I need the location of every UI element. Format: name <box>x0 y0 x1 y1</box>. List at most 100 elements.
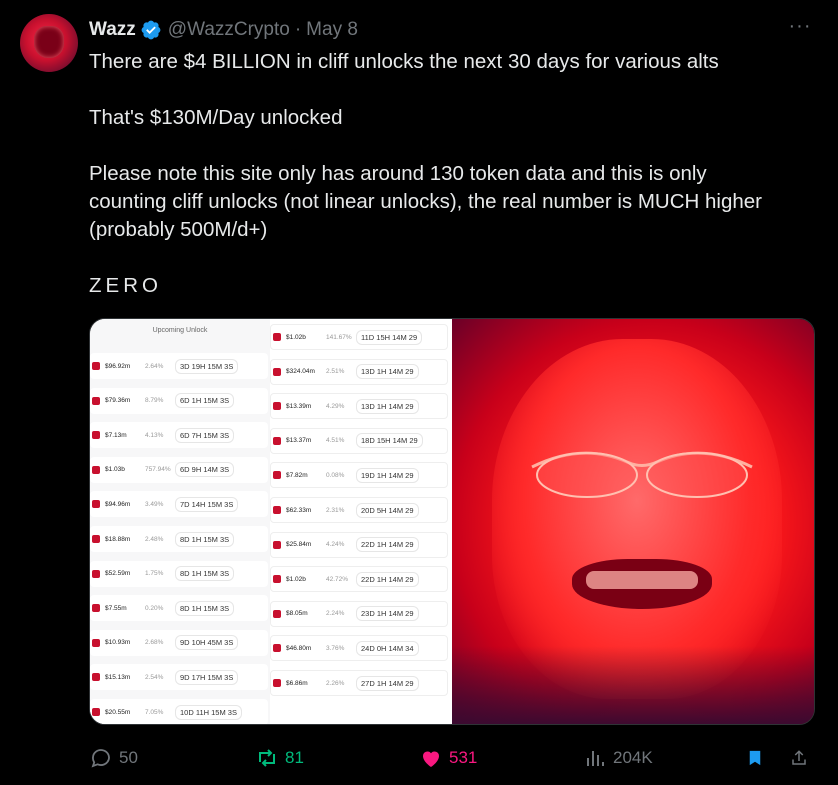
unlock-row: $7.82m 0.08% 19D 1H 14M 29 <box>270 462 448 489</box>
unlock-amount: $15.13m <box>105 673 131 681</box>
unlock-row: $13.37m 4.51% 18D 15H 14M 29 <box>270 427 448 454</box>
heart-icon <box>423 751 439 767</box>
author-name[interactable]: Wazz <box>89 19 136 41</box>
token-icon <box>273 436 281 445</box>
views-count: 204K <box>613 748 653 767</box>
token-icon <box>273 402 281 411</box>
tweet-paragraph: Please note this site only has around 13… <box>89 162 763 241</box>
unlock-row: $46.80m 3.76% 24D 0H 14M 34 <box>270 635 448 662</box>
unlock-percent: 4.29% <box>326 402 345 410</box>
token-icon <box>273 333 281 341</box>
unlock-countdown: 20D 5H 14M 29 <box>356 502 419 518</box>
verified-badge-icon <box>141 20 161 40</box>
unlock-amount: $13.37m <box>286 437 312 445</box>
like-button[interactable]: 531 <box>419 745 477 771</box>
token-icon <box>273 609 281 618</box>
unlock-row: $6.86m 2.26% 27D 1H 14M 29 <box>270 670 448 696</box>
unlock-amount: $1.02b <box>286 333 306 341</box>
unlock-amount: $25.84m <box>286 541 312 549</box>
unlock-percent: 4.24% <box>326 541 345 549</box>
face <box>492 339 782 699</box>
unlock-percent: 2.24% <box>326 610 345 618</box>
unlock-percent: 4.51% <box>326 437 345 445</box>
author-avatar[interactable] <box>20 14 78 72</box>
unlock-percent: 7.05% <box>145 708 164 716</box>
unlock-row: $1.02b 42.72% 22D 1H 14M 29 <box>270 566 448 593</box>
views-button[interactable]: 204K <box>583 745 653 771</box>
bookmark-icon <box>749 750 761 766</box>
unlock-percent: 2.48% <box>145 535 164 543</box>
views-icon <box>587 751 604 766</box>
glasses <box>531 451 753 498</box>
upcoming-unlock-header: Upcoming Unlock <box>152 327 208 334</box>
unlock-amount: $94.96m <box>105 500 131 508</box>
more-options-icon[interactable]: ··· <box>788 16 812 40</box>
token-icon <box>92 604 100 613</box>
unlock-countdown: 23D 1H 14M 29 <box>356 606 419 622</box>
tweet-paragraph: There are $4 BILLION in cliff unlocks th… <box>89 50 719 73</box>
author-handle[interactable]: @WazzCrypto <box>168 19 290 41</box>
unlock-percent: 2.51% <box>326 368 345 376</box>
unlock-countdown: 13D 1H 14M 29 <box>356 398 419 414</box>
unlock-amount: $7.55m <box>105 604 127 612</box>
bookmark-button[interactable] <box>746 745 770 771</box>
unlock-amount: $1.02b <box>286 575 306 583</box>
unlock-amount: $62.33m <box>286 506 312 514</box>
unlock-row: $62.33m 2.31% 20D 5H 14M 29 <box>270 497 448 523</box>
unlock-amount: $7.13m <box>105 431 127 439</box>
unlock-amount: $52.59m <box>105 570 131 578</box>
unlock-countdown: 24D 0H 14M 34 <box>356 640 419 656</box>
token-icon <box>273 471 281 480</box>
unlock-percent: 2.26% <box>326 679 345 687</box>
unlock-percent: 3.49% <box>145 500 164 508</box>
unlock-amount: $18.88m <box>105 535 131 543</box>
token-icon <box>273 575 281 584</box>
unlock-row: $25.84m 4.24% 22D 1H 14M 29 <box>270 531 448 558</box>
unlock-countdown: 11D 15H 14M 29 <box>356 329 423 345</box>
unlock-amount: $324.04m <box>286 368 315 376</box>
tweet-media[interactable]: Upcoming Unlock $96.92m 2.64% 3D 19H 15M 3… <box>89 318 815 725</box>
unlock-row: $7.55m 0.20% 8D 1H 15M 3S <box>90 595 268 622</box>
unlock-table-image[interactable]: Upcoming Unlock $96.92m 2.64% 3D 19H 15M 3… <box>90 319 452 724</box>
share-icon <box>792 750 806 765</box>
token-icon <box>92 535 100 543</box>
unlock-amount: $46.80m <box>286 644 312 652</box>
unlock-percent: 42.72% <box>326 575 349 583</box>
token-icon <box>92 569 100 578</box>
unlock-row: $52.59m 1.75% 8D 1H 15M 3S <box>90 560 268 587</box>
unlock-row: $20.55m 7.05% 10D 11H 15M 3S <box>90 699 268 724</box>
unlock-countdown: 9D 17H 15M 3S <box>175 669 239 685</box>
reply-count: 50 <box>119 748 138 767</box>
unlock-row: $10.93m 2.68% 9D 10H 45M 3S <box>90 629 268 656</box>
red-face-image[interactable] <box>452 319 814 724</box>
unlock-countdown: 9D 10H 45M 3S <box>175 635 239 651</box>
unlock-amount: $8.05m <box>286 610 308 618</box>
tweet-paragraph: ZERO <box>89 274 162 297</box>
unlock-percent: 2.54% <box>145 673 164 681</box>
unlock-amount: $79.36m <box>105 397 131 405</box>
token-icon <box>92 673 100 682</box>
unlock-countdown: 10D 11H 15M 3S <box>175 704 242 720</box>
like-count: 531 <box>449 748 478 767</box>
unlock-countdown: 27D 1H 14M 29 <box>356 675 419 691</box>
tweet-date[interactable]: May 8 <box>306 19 358 41</box>
unlock-countdown: 6D 9H 14M 3S <box>175 462 235 478</box>
unlock-percent: 0.20% <box>145 604 164 612</box>
token-icon <box>92 396 100 405</box>
unlock-row: $15.13m 2.54% 9D 17H 15M 3S <box>90 664 268 691</box>
unlock-row: $8.05m 2.24% 23D 1H 14M 29 <box>270 600 448 627</box>
unlock-row: $324.04m 2.51% 13D 1H 14M 29 <box>270 358 448 385</box>
unlock-amount: $13.39m <box>286 402 312 410</box>
tweet-paragraph: That's $130M/Day unlocked <box>89 106 343 129</box>
unlock-column-a: Upcoming Unlock $96.92m 2.64% 3D 19H 15M 3… <box>90 319 270 724</box>
token-icon <box>273 367 281 376</box>
repost-button[interactable]: 81 <box>255 745 304 771</box>
unlock-countdown: 22D 1H 14M 29 <box>356 571 419 587</box>
share-button[interactable] <box>790 745 814 771</box>
teeth <box>586 571 698 589</box>
unlock-row: $79.36m 8.79% 6D 1H 15M 3S <box>90 387 268 414</box>
token-icon <box>92 465 100 474</box>
reply-button[interactable]: 50 <box>89 745 138 771</box>
unlock-row: $1.03b 757.94% 6D 9H 14M 3S <box>90 456 268 483</box>
unlock-percent: 4.13% <box>145 431 164 439</box>
